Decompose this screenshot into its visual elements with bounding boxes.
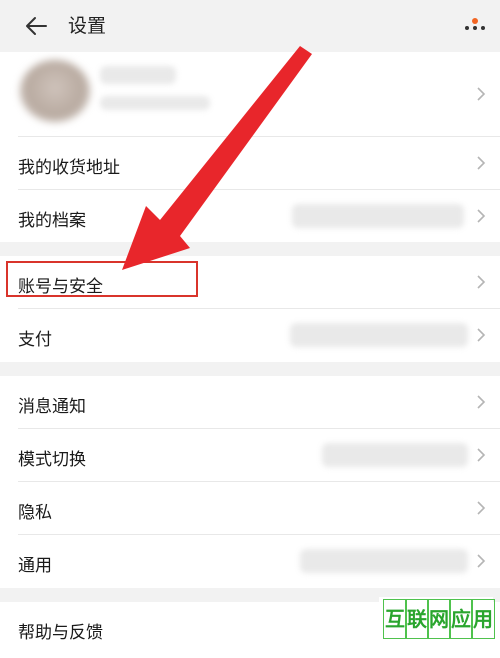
- chevron-right-icon: [477, 328, 486, 342]
- section-gap: [0, 362, 500, 376]
- row-label: 消息通知: [18, 397, 86, 417]
- chevron-right-icon: [477, 554, 486, 568]
- row-general[interactable]: 通用: [0, 535, 500, 588]
- mode-value-blurred: [322, 443, 468, 467]
- row-label: 帮助与反馈: [18, 623, 103, 643]
- section-gap: [0, 242, 500, 256]
- watermark-char: 互: [383, 599, 407, 639]
- watermark-char: 联: [405, 599, 429, 639]
- profile-id-blurred: [100, 96, 210, 110]
- more-dot: [481, 26, 485, 30]
- chevron-right-icon: [477, 87, 486, 101]
- more-dots-icon: [465, 26, 469, 30]
- chevron-right-icon: [477, 501, 486, 515]
- page-title: 设置: [68, 15, 107, 37]
- more-dot: [473, 26, 477, 30]
- row-notifications[interactable]: 消息通知: [0, 376, 500, 428]
- highlight-box: [6, 261, 198, 297]
- watermark-char: 用: [471, 599, 495, 639]
- row-my-profile[interactable]: 我的档案: [0, 190, 500, 242]
- row-payment[interactable]: 支付: [0, 309, 500, 362]
- profile-name-blurred: [100, 66, 176, 84]
- chevron-right-icon: [477, 209, 486, 223]
- watermark-char: 网: [427, 599, 451, 639]
- row-privacy[interactable]: 隐私: [0, 482, 500, 534]
- avatar: [20, 60, 90, 122]
- row-label: 隐私: [18, 503, 52, 523]
- row-shipping-address[interactable]: 我的收货地址: [0, 137, 500, 189]
- chevron-right-icon: [477, 395, 486, 409]
- row-label: 我的收货地址: [18, 158, 120, 178]
- row-label: 模式切换: [18, 450, 86, 470]
- general-value-blurred: [300, 549, 468, 573]
- chevron-right-icon: [477, 448, 486, 462]
- profile-value-blurred: [292, 204, 464, 228]
- chevron-right-icon: [477, 275, 486, 289]
- row-label: 我的档案: [18, 211, 86, 231]
- payment-value-blurred: [290, 323, 468, 347]
- app-header: 设置: [0, 0, 500, 52]
- profile-row[interactable]: [0, 52, 500, 136]
- notification-dot: [472, 18, 478, 24]
- arrow-left-icon[interactable]: [22, 12, 50, 40]
- more-button[interactable]: [462, 18, 492, 38]
- chevron-right-icon: [477, 156, 486, 170]
- watermark-logo: 互 联 网 应 用: [379, 597, 495, 657]
- row-label: 支付: [18, 330, 52, 350]
- watermark-char: 应: [449, 599, 473, 639]
- row-mode-switch[interactable]: 模式切换: [0, 429, 500, 481]
- row-label: 通用: [18, 556, 52, 576]
